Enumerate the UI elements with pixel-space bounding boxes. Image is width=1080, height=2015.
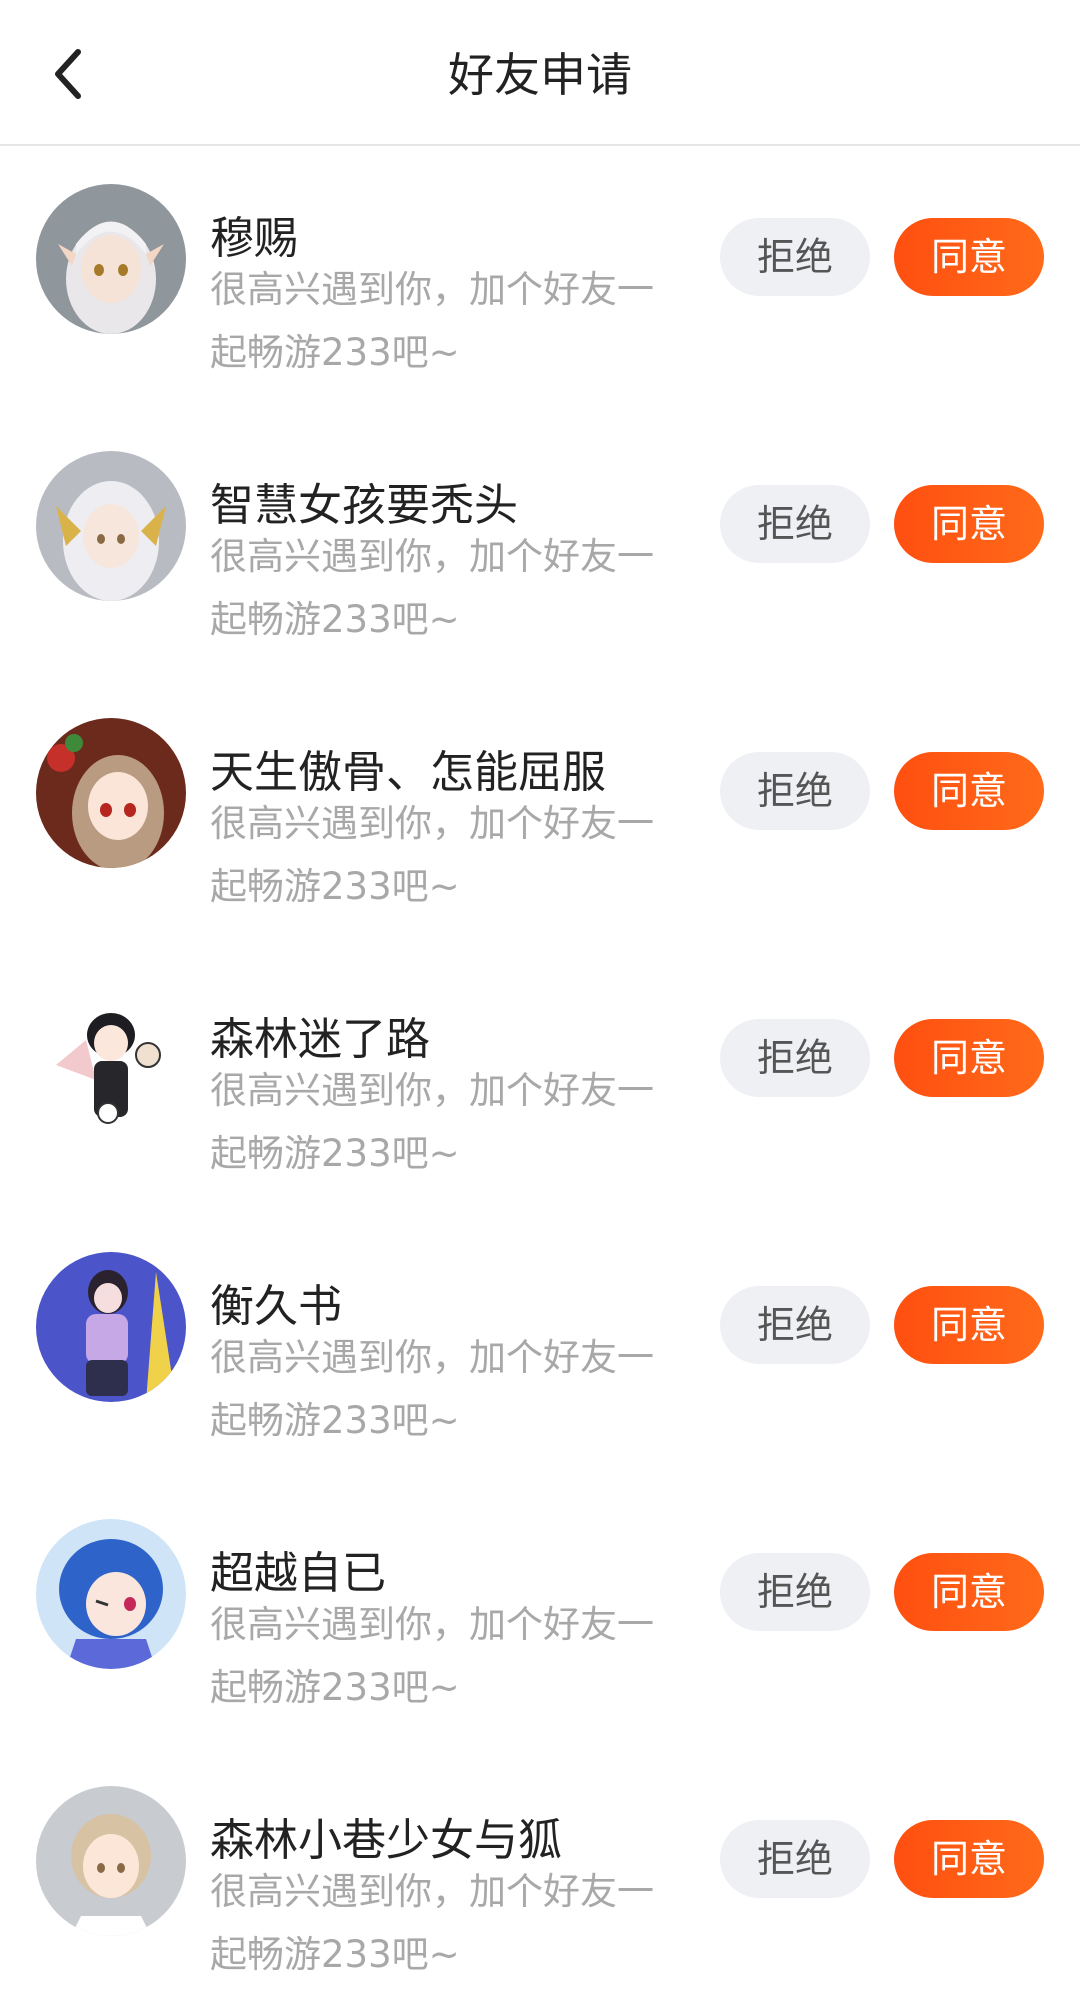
accept-button[interactable]: 同意 bbox=[894, 485, 1044, 563]
avatar[interactable] bbox=[36, 1252, 186, 1402]
request-message: 很高兴遇到你，加个好友一起畅游233吧~ bbox=[210, 1069, 654, 1175]
reject-button[interactable]: 拒绝 bbox=[720, 1820, 870, 1898]
accept-button[interactable]: 同意 bbox=[894, 218, 1044, 296]
friend-request-item: 森林小巷少女与狐 很高兴遇到你，加个好友一起畅游233吧~ 拒绝 同意 bbox=[0, 1748, 1080, 2015]
reject-button[interactable]: 拒绝 bbox=[720, 752, 870, 830]
requester-name: 天生傲骨、怎能屈服 bbox=[210, 747, 606, 798]
reject-button[interactable]: 拒绝 bbox=[720, 1019, 870, 1097]
reject-button[interactable]: 拒绝 bbox=[720, 1286, 870, 1364]
requester-name: 超越自已 bbox=[210, 1548, 386, 1599]
friend-request-item: 穆赐 很高兴遇到你，加个好友一起畅游233吧~ 拒绝 同意 bbox=[0, 146, 1080, 413]
request-message: 很高兴遇到你，加个好友一起畅游233吧~ bbox=[210, 802, 654, 908]
accept-button[interactable]: 同意 bbox=[894, 1820, 1044, 1898]
requester-name: 森林迷了路 bbox=[210, 1014, 430, 1065]
reject-button[interactable]: 拒绝 bbox=[720, 218, 870, 296]
avatar[interactable] bbox=[36, 451, 186, 601]
accept-button[interactable]: 同意 bbox=[894, 1553, 1044, 1631]
friend-request-item: 衡久书 很高兴遇到你，加个好友一起畅游233吧~ 拒绝 同意 bbox=[0, 1214, 1080, 1481]
request-message: 很高兴遇到你，加个好友一起畅游233吧~ bbox=[210, 268, 654, 374]
friend-request-item: 智慧女孩要秃头 很高兴遇到你，加个好友一起畅游233吧~ 拒绝 同意 bbox=[0, 413, 1080, 680]
request-message: 很高兴遇到你，加个好友一起畅游233吧~ bbox=[210, 1603, 654, 1709]
friend-request-item: 天生傲骨、怎能屈服 很高兴遇到你，加个好友一起畅游233吧~ 拒绝 同意 bbox=[0, 680, 1080, 947]
requester-name: 森林小巷少女与狐 bbox=[210, 1815, 562, 1866]
request-message: 很高兴遇到你，加个好友一起畅游233吧~ bbox=[210, 1336, 654, 1442]
page-title: 好友申请 bbox=[448, 48, 632, 102]
avatar[interactable] bbox=[36, 184, 186, 334]
avatar[interactable] bbox=[36, 1786, 186, 1936]
friend-request-item: 超越自已 很高兴遇到你，加个好友一起畅游233吧~ 拒绝 同意 bbox=[0, 1481, 1080, 1748]
accept-button[interactable]: 同意 bbox=[894, 1019, 1044, 1097]
request-message: 很高兴遇到你，加个好友一起畅游233吧~ bbox=[210, 535, 654, 641]
reject-button[interactable]: 拒绝 bbox=[720, 1553, 870, 1631]
requester-name: 衡久书 bbox=[210, 1281, 342, 1332]
friend-request-item: 森林迷了路 很高兴遇到你，加个好友一起畅游233吧~ 拒绝 同意 bbox=[0, 947, 1080, 1214]
avatar[interactable] bbox=[36, 718, 186, 868]
avatar[interactable] bbox=[36, 985, 186, 1135]
avatar[interactable] bbox=[36, 1519, 186, 1669]
top-bar: 好友申请 bbox=[0, 0, 1080, 146]
request-message: 很高兴遇到你，加个好友一起畅游233吧~ bbox=[210, 1870, 654, 1976]
reject-button[interactable]: 拒绝 bbox=[720, 485, 870, 563]
accept-button[interactable]: 同意 bbox=[894, 752, 1044, 830]
requester-name: 智慧女孩要秃头 bbox=[210, 480, 518, 531]
accept-button[interactable]: 同意 bbox=[894, 1286, 1044, 1364]
requester-name: 穆赐 bbox=[210, 213, 298, 264]
